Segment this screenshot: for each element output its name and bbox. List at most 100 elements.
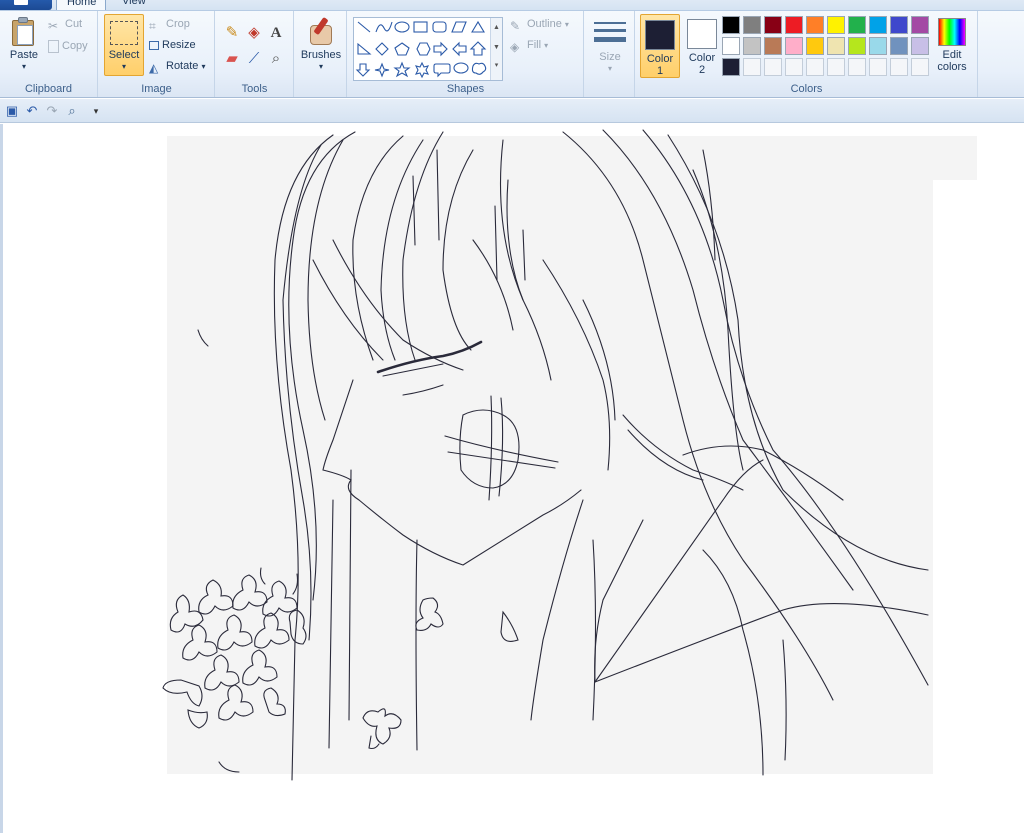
shapes-group: ▲ ▼ ▾ ✎ Outline ▾ ◈ Fill ▾ Shapes [348, 11, 584, 97]
palette-swatch-empty[interactable] [785, 58, 803, 76]
palette-swatch[interactable] [764, 37, 782, 55]
brushes-button[interactable]: Brushes ▾ [299, 13, 343, 77]
shapes-gallery[interactable]: ▲ ▼ ▾ [353, 17, 503, 81]
crop-button[interactable]: ⌗ Crop [149, 15, 190, 33]
drawing-canvas[interactable] [0, 124, 1024, 833]
palette-swatch[interactable] [722, 16, 740, 34]
magnifier-icon[interactable]: ⌕ [64, 103, 80, 119]
rotate-button[interactable]: ◭ Rotate ▾ [149, 57, 206, 75]
chevron-down-icon: ▾ [121, 62, 126, 71]
size-button[interactable]: Size ▾ [589, 13, 631, 77]
palette-swatch[interactable] [806, 37, 824, 55]
palette-swatch-empty[interactable] [869, 58, 887, 76]
save-icon[interactable]: ▣ [4, 103, 20, 119]
palette-swatch[interactable] [743, 37, 761, 55]
magnifier-icon[interactable]: ⌕ [266, 49, 286, 69]
color-picker-icon[interactable]: ⟋ [244, 49, 264, 69]
palette-swatch[interactable] [785, 16, 803, 34]
paint-menu-button[interactable] [0, 0, 52, 10]
colors-group: Color 1 Color 2 Edit colors Colors [636, 11, 978, 97]
color2-button[interactable]: Color 2 [684, 14, 720, 78]
cloud-callout-shape-icon [471, 62, 487, 75]
copy-button[interactable]: Copy [48, 37, 88, 55]
select-button[interactable]: Select ▾ [104, 14, 144, 76]
ribbon-tab-strip: Home View [0, 0, 1024, 10]
palette-swatch[interactable] [869, 16, 887, 34]
palette-swatch[interactable] [890, 16, 908, 34]
edit-colors-label-2: colors [937, 61, 967, 73]
size-label: Size [599, 51, 621, 63]
palette-swatch[interactable] [869, 37, 887, 55]
palette-swatch[interactable] [911, 37, 929, 55]
chevron-down-icon: ▾ [21, 62, 26, 71]
down-arrow-shape-icon [355, 63, 371, 77]
palette-swatch-empty[interactable] [827, 58, 845, 76]
scroll-up-icon[interactable]: ▲ [491, 18, 502, 38]
palette-swatch-empty[interactable] [890, 58, 908, 76]
color1-button[interactable]: Color 1 [640, 14, 680, 78]
outline-label: Outline [527, 18, 562, 30]
crop-icon: ⌗ [149, 19, 156, 34]
palette-swatch[interactable] [890, 37, 908, 55]
chevron-down-icon: ▾ [201, 62, 206, 71]
customize-toolbar-icon[interactable]: ▾ [88, 103, 104, 119]
cut-label: Cut [65, 18, 83, 30]
tab-home[interactable]: Home [56, 0, 106, 10]
sketch-drawing[interactable] [3, 124, 1024, 833]
rotate-label: Rotate [166, 60, 199, 72]
palette-swatch[interactable] [827, 37, 845, 55]
right-triangle-shape-icon [357, 42, 372, 55]
paint-menu-icon [14, 0, 28, 5]
scroll-down-icon[interactable]: ▼ [491, 38, 502, 58]
pencil-icon[interactable]: ✎ [222, 23, 242, 43]
palette-swatch[interactable] [785, 37, 803, 55]
palette-swatch[interactable] [722, 58, 740, 76]
edit-colors-button[interactable]: Edit colors [932, 14, 972, 78]
palette-swatch-empty[interactable] [911, 58, 929, 76]
size-group: Size ▾ [585, 11, 635, 97]
fill-button[interactable]: ◈ Fill ▾ [510, 36, 548, 54]
paste-button[interactable]: Paste ▾ [4, 13, 44, 75]
redo-icon[interactable]: ↷ [44, 103, 60, 119]
clipboard-group-label: Clipboard [24, 83, 73, 95]
text-icon[interactable]: A [266, 23, 286, 43]
line-shape-icon [357, 21, 371, 33]
palette-swatch[interactable] [827, 16, 845, 34]
six-point-star-shape-icon [414, 61, 430, 79]
left-arrow-shape-icon [452, 41, 467, 57]
outline-button[interactable]: ✎ Outline ▾ [510, 15, 569, 33]
ribbon: Paste ▾ ✂ Cut Copy Clipboard Select ▾ ⌗ Cr… [0, 10, 1024, 98]
color2-swatch [687, 19, 717, 49]
gallery-scroll[interactable]: ▲ ▼ ▾ [490, 18, 502, 80]
fill-icon: ◈ [510, 40, 520, 55]
resize-button[interactable]: Resize [149, 36, 196, 54]
brushes-group: Brushes ▾ [295, 11, 347, 97]
palette-swatch-empty[interactable] [806, 58, 824, 76]
rounded-rectangle-shape-icon [432, 21, 447, 33]
palette-swatch[interactable] [722, 37, 740, 55]
palette-swatch-empty[interactable] [764, 58, 782, 76]
fill-bucket-icon[interactable]: ◈ [244, 23, 264, 43]
brush-icon [306, 16, 336, 47]
palette-swatch[interactable] [848, 16, 866, 34]
palette-swatch[interactable] [764, 16, 782, 34]
rotate-icon: ◭ [149, 61, 159, 76]
color2-label: Color [688, 52, 716, 64]
pentagon-shape-icon [394, 42, 410, 56]
palette-swatch[interactable] [911, 16, 929, 34]
gallery-expand-icon[interactable]: ▾ [491, 58, 502, 74]
cut-button[interactable]: ✂ Cut [48, 15, 82, 33]
palette-swatch[interactable] [806, 16, 824, 34]
copy-icon [48, 39, 59, 53]
tab-view[interactable]: View [112, 0, 158, 10]
undo-icon[interactable]: ↶ [24, 103, 40, 119]
palette-swatch[interactable] [743, 16, 761, 34]
palette-swatch[interactable] [848, 37, 866, 55]
palette-swatch-empty[interactable] [848, 58, 866, 76]
oval-callout-shape-icon [453, 62, 469, 74]
eraser-icon[interactable]: ▰ [222, 49, 242, 69]
tools-group: ✎ ◈ A ▰ ⟋ ⌕ Tools [216, 11, 294, 97]
palette-swatch-empty[interactable] [743, 58, 761, 76]
color1-label: Color [646, 53, 674, 65]
polygon-shape-icon [451, 21, 467, 33]
